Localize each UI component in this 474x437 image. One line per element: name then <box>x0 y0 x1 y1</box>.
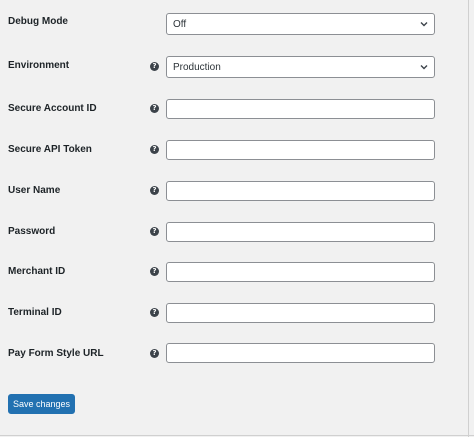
password-help-icon[interactable]: ? <box>150 227 159 236</box>
secure-account-id-label: Secure Account ID <box>8 103 97 114</box>
save-changes-button[interactable]: Save changes <box>8 394 75 414</box>
environment-help-icon[interactable]: ? <box>150 62 159 71</box>
terminal-id-label: Terminal ID <box>8 307 62 318</box>
secure-account-id-help-icon[interactable]: ? <box>150 104 159 113</box>
user-name-input[interactable] <box>166 181 435 201</box>
frame-right-border <box>468 0 469 437</box>
secure-api-token-label: Secure API Token <box>8 144 92 155</box>
environment-select[interactable]: Production <box>166 56 435 78</box>
terminal-id-help-icon[interactable]: ? <box>150 308 159 317</box>
debug-mode-select[interactable]: Off <box>166 13 435 35</box>
terminal-id-input[interactable] <box>166 303 435 323</box>
user-name-label: User Name <box>8 185 61 196</box>
chevron-down-icon <box>420 65 428 70</box>
merchant-id-label: Merchant ID <box>8 266 66 277</box>
secure-api-token-input[interactable] <box>166 140 435 160</box>
password-label: Password <box>8 226 56 237</box>
pay-form-style-url-label: Pay Form Style URL <box>8 348 104 359</box>
environment-value: Production <box>173 62 221 73</box>
user-name-help-icon[interactable]: ? <box>150 186 159 195</box>
password-input[interactable] <box>166 222 435 242</box>
secure-api-token-help-icon[interactable]: ? <box>150 145 159 154</box>
debug-mode-value: Off <box>173 19 187 30</box>
merchant-id-input[interactable] <box>166 262 435 282</box>
frame-bottom-border <box>0 435 474 436</box>
debug-mode-label: Debug Mode <box>8 16 68 27</box>
pay-form-style-url-input[interactable] <box>166 343 435 363</box>
merchant-id-help-icon[interactable]: ? <box>150 267 159 276</box>
chevron-down-icon <box>420 22 428 27</box>
secure-account-id-input[interactable] <box>166 99 435 119</box>
environment-label: Environment <box>8 60 70 71</box>
pay-form-style-url-help-icon[interactable]: ? <box>150 349 159 358</box>
